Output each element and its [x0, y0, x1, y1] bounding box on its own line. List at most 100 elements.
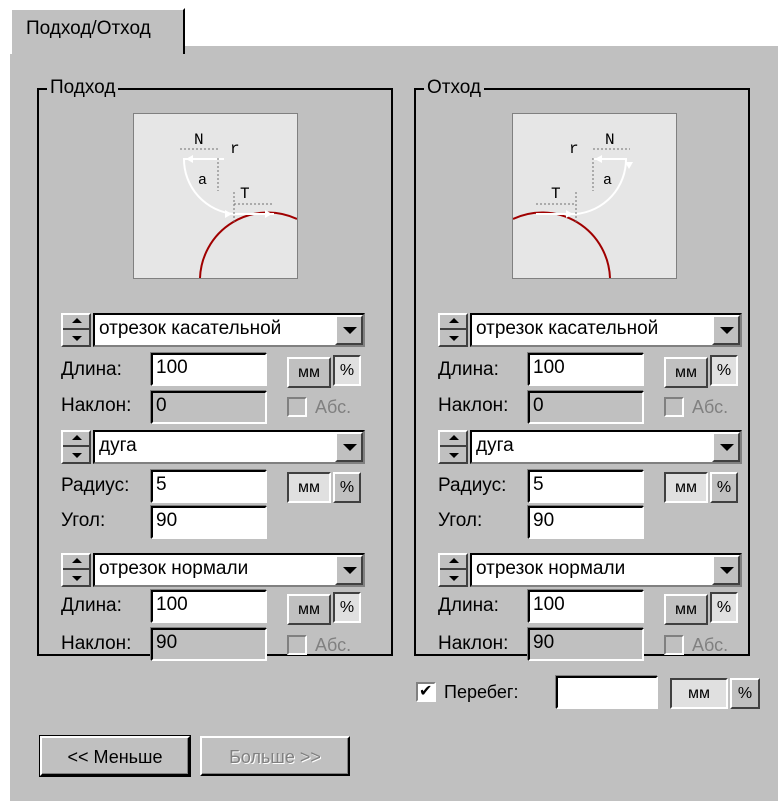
- retract-seg2-incline-label: Наклон:: [438, 633, 509, 654]
- retract-seg2-combo[interactable]: отрезок нормали: [470, 553, 742, 587]
- approach-label-r: r: [230, 140, 240, 158]
- approach-seg1-abs-checkbox[interactable]: [287, 397, 307, 417]
- chevron-down-icon[interactable]: [712, 315, 740, 345]
- chevron-down-icon[interactable]: [712, 432, 740, 462]
- approach-seg1-incline-label: Наклон:: [61, 395, 132, 416]
- approach-seg2-combo-value: отрезок нормали: [99, 558, 249, 579]
- approach-seg2-incline-label: Наклон:: [61, 633, 132, 654]
- approach-seg2-mm-button[interactable]: мм: [287, 594, 331, 625]
- retract-angle-input[interactable]: 90: [528, 506, 644, 539]
- retract-seg2-abs-checkbox[interactable]: [664, 635, 684, 655]
- retract-seg1-percent-button[interactable]: %: [710, 355, 738, 386]
- approach-seg1-abs-label: Абс.: [315, 397, 352, 417]
- retract-arc-combo-value: дуга: [476, 435, 514, 456]
- retract-seg1-abs-checkbox[interactable]: [664, 397, 684, 417]
- approach-arrow-3: [265, 210, 272, 218]
- approach-label-a: a: [198, 172, 207, 189]
- overrun-input[interactable]: [556, 676, 658, 709]
- retract-seg1-length-input[interactable]: 100: [528, 353, 644, 386]
- overrun-checkbox[interactable]: [416, 681, 436, 702]
- approach-group: Подход N r a T отрезок касательной Длина…: [37, 77, 393, 661]
- approach-angle-label: Угол:: [61, 510, 106, 531]
- approach-seg1-combo-value: отрезок касательной: [99, 318, 282, 339]
- approach-seg2-abs-checkbox[interactable]: [287, 635, 307, 655]
- retract-diagram-svg: r N T a: [513, 131, 633, 278]
- retract-diagram: r N T a: [512, 113, 677, 279]
- retract-arc-spinner[interactable]: [438, 430, 468, 464]
- approach-seg1-spinner[interactable]: [61, 313, 91, 347]
- retract-seg2-incline-input[interactable]: 90: [528, 628, 644, 661]
- approach-seg1-mm-button[interactable]: мм: [287, 357, 331, 388]
- approach-seg1-percent-button[interactable]: %: [333, 355, 361, 386]
- retract-label-t: T: [551, 185, 561, 203]
- retract-group: Отход r N T a отрезок касательной Длина:…: [414, 77, 750, 661]
- retract-seg2-mm-button[interactable]: мм: [664, 594, 708, 625]
- chevron-down-icon[interactable]: [712, 555, 740, 585]
- retract-seg1-incline-label: Наклон:: [438, 395, 509, 416]
- retract-radius-input[interactable]: 5: [528, 470, 644, 503]
- retract-seg1-mm-button[interactable]: мм: [664, 357, 708, 388]
- approach-seg1-length-label: Длина:: [61, 359, 122, 380]
- approach-contour-arc: [199, 211, 297, 278]
- overrun-percent-button[interactable]: %: [730, 678, 760, 709]
- retract-seg2-length-label: Длина:: [438, 595, 499, 616]
- approach-seg2-percent-button[interactable]: %: [333, 592, 361, 623]
- retract-path-arc: [575, 158, 628, 215]
- retract-seg1-combo-value: отрезок касательной: [476, 318, 659, 339]
- tab-approach-retract[interactable]: Подход/Отход: [10, 8, 185, 54]
- retract-seg1-combo[interactable]: отрезок касательной: [470, 313, 742, 347]
- retract-group-caption: Отход: [424, 77, 485, 99]
- approach-seg2-spinner[interactable]: [61, 553, 91, 587]
- approach-seg2-incline-input[interactable]: 90: [151, 628, 267, 661]
- overrun-mm-button[interactable]: мм: [670, 678, 728, 709]
- retract-angle-label: Угол:: [438, 510, 483, 531]
- approach-angle-input[interactable]: 90: [151, 506, 267, 539]
- retract-label-a: a: [603, 172, 612, 189]
- approach-seg2-abs-label: Абс.: [315, 635, 352, 655]
- approach-arc-mm-button[interactable]: мм: [287, 472, 331, 503]
- approach-arc-combo[interactable]: дуга: [93, 430, 365, 464]
- approach-arc-combo-value: дуга: [99, 435, 137, 456]
- retract-seg1-abs-label: Абс.: [692, 397, 729, 417]
- retract-seg1-length-label: Длина:: [438, 359, 499, 380]
- retract-seg1-spinner[interactable]: [438, 313, 468, 347]
- retract-arrow-1: [566, 210, 573, 218]
- approach-radius-input[interactable]: 5: [151, 470, 267, 503]
- approach-seg1-incline-input[interactable]: 0: [151, 391, 267, 424]
- approach-label-t: T: [240, 185, 250, 203]
- approach-path-arc: [182, 158, 235, 215]
- approach-seg1-combo[interactable]: отрезок касательной: [93, 313, 365, 347]
- retract-arc-combo[interactable]: дуга: [470, 430, 742, 464]
- tab-label: Подход/Отход: [26, 18, 151, 39]
- approach-diagram-svg: N r a T: [180, 131, 297, 278]
- retract-contour-arc: [513, 211, 611, 278]
- retract-label-r: r: [569, 140, 579, 158]
- chevron-down-icon[interactable]: [335, 432, 363, 462]
- approach-seg2-combo[interactable]: отрезок нормали: [93, 553, 365, 587]
- chevron-down-icon[interactable]: [335, 555, 363, 585]
- retract-seg2-spinner[interactable]: [438, 553, 468, 587]
- approach-group-caption: Подход: [47, 77, 119, 99]
- approach-seg2-length-input[interactable]: 100: [151, 590, 267, 623]
- more-button[interactable]: Больше >>: [200, 736, 350, 776]
- retract-seg2-percent-button[interactable]: %: [710, 592, 738, 623]
- retract-arc-mm-button[interactable]: мм: [664, 472, 708, 503]
- retract-arc-percent-button[interactable]: %: [710, 472, 738, 503]
- approach-arrow-2: [225, 210, 232, 218]
- chevron-down-icon[interactable]: [335, 315, 363, 345]
- retract-seg2-length-input[interactable]: 100: [528, 590, 644, 623]
- overrun-label: Перебег:: [444, 682, 519, 702]
- retract-seg2-abs-label: Абс.: [692, 635, 729, 655]
- less-button[interactable]: << Меньше: [39, 735, 191, 777]
- approach-arc-percent-button[interactable]: %: [333, 472, 361, 503]
- retract-arrow-2: [595, 155, 602, 163]
- approach-seg1-length-input[interactable]: 100: [151, 353, 267, 386]
- retract-seg2-combo-value: отрезок нормали: [476, 558, 626, 579]
- approach-arc-spinner[interactable]: [61, 430, 91, 464]
- retract-seg1-incline-input[interactable]: 0: [528, 391, 644, 424]
- approach-radius-label: Радиус:: [61, 475, 130, 496]
- retract-radius-label: Радиус:: [438, 475, 507, 496]
- approach-label-n: N: [194, 131, 204, 149]
- approach-seg2-length-label: Длина:: [61, 595, 122, 616]
- tab-panel: Подход N r a T отрезок касательной Длина…: [10, 46, 778, 801]
